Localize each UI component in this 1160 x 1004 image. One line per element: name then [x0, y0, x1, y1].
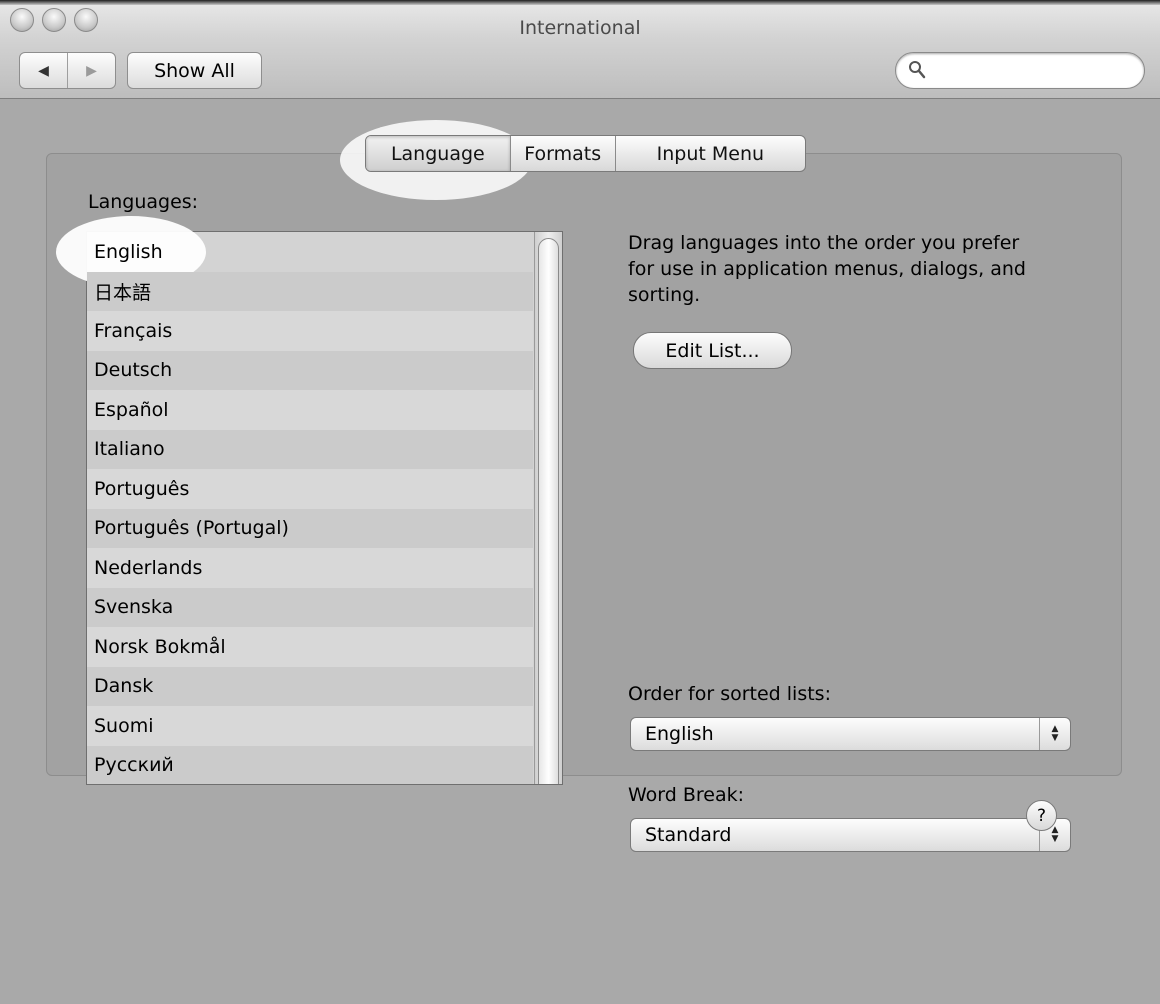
forward-arrow-icon: ▶	[86, 62, 97, 79]
languages-scrollbar[interactable]: ▲ ▼	[534, 232, 562, 784]
list-item[interactable]: Italiano	[87, 429, 533, 469]
list-item[interactable]: Français	[87, 311, 533, 351]
list-item[interactable]: Deutsch	[87, 350, 533, 390]
sort-order-label: Order for sorted lists:	[628, 683, 831, 705]
list-item[interactable]: Norsk Bokmål	[87, 627, 533, 667]
languages-list-rows: English 日本語 Français Deutsch Español Italiano…	[87, 232, 533, 784]
list-item[interactable]: 日本語	[87, 271, 533, 311]
list-item[interactable]: Svenska	[87, 587, 533, 627]
preferences-pane: Language Formats Input Menu Languages: E…	[0, 99, 1160, 1004]
list-item[interactable]: Português	[87, 469, 533, 509]
show-all-button[interactable]: Show All	[127, 52, 262, 89]
list-item[interactable]: Português (Portugal)	[87, 508, 533, 548]
word-break-value: Standard	[645, 824, 732, 846]
languages-label: Languages:	[88, 191, 199, 213]
stepper-icon: ▲ ▼	[1039, 718, 1070, 750]
help-icon: ?	[1036, 805, 1047, 826]
forward-button[interactable]: ▶	[67, 53, 115, 88]
tab-formats[interactable]: Formats	[509, 136, 615, 171]
help-button[interactable]: ?	[1026, 800, 1057, 831]
sort-order-value: English	[645, 723, 714, 745]
tab-language[interactable]: Language	[366, 136, 510, 171]
back-button[interactable]: ◀	[20, 53, 67, 88]
sort-order-select[interactable]: English ▲ ▼	[630, 717, 1071, 751]
back-forward-control: ◀ ▶	[19, 52, 116, 89]
word-break-label: Word Break:	[628, 784, 745, 806]
scrollbar-thumb[interactable]	[538, 238, 559, 784]
window-title: International	[519, 17, 641, 39]
scrollbar-track	[535, 232, 562, 784]
list-item[interactable]: Español	[87, 390, 533, 430]
languages-list[interactable]: English 日本語 Français Deutsch Español Italiano…	[86, 231, 563, 785]
search-icon	[909, 61, 926, 79]
search-input[interactable]	[932, 59, 1131, 83]
word-break-select[interactable]: Standard ▲ ▼	[630, 818, 1071, 852]
list-item[interactable]: Русский	[87, 745, 533, 784]
edit-list-button[interactable]: Edit List...	[633, 332, 792, 369]
tab-bar: Language Formats Input Menu	[365, 135, 806, 172]
back-arrow-icon: ◀	[38, 62, 49, 79]
tab-input-menu[interactable]: Input Menu	[614, 136, 805, 171]
list-item[interactable]: Suomi	[87, 706, 533, 746]
list-item[interactable]: English	[87, 232, 533, 272]
window-titlebar: International ◀ ▶ Show All	[0, 5, 1160, 99]
list-item[interactable]: Dansk	[87, 666, 533, 706]
languages-description: Drag languages into the order you prefer…	[628, 232, 1026, 306]
search-field[interactable]	[895, 52, 1145, 89]
list-item[interactable]: Nederlands	[87, 548, 533, 588]
